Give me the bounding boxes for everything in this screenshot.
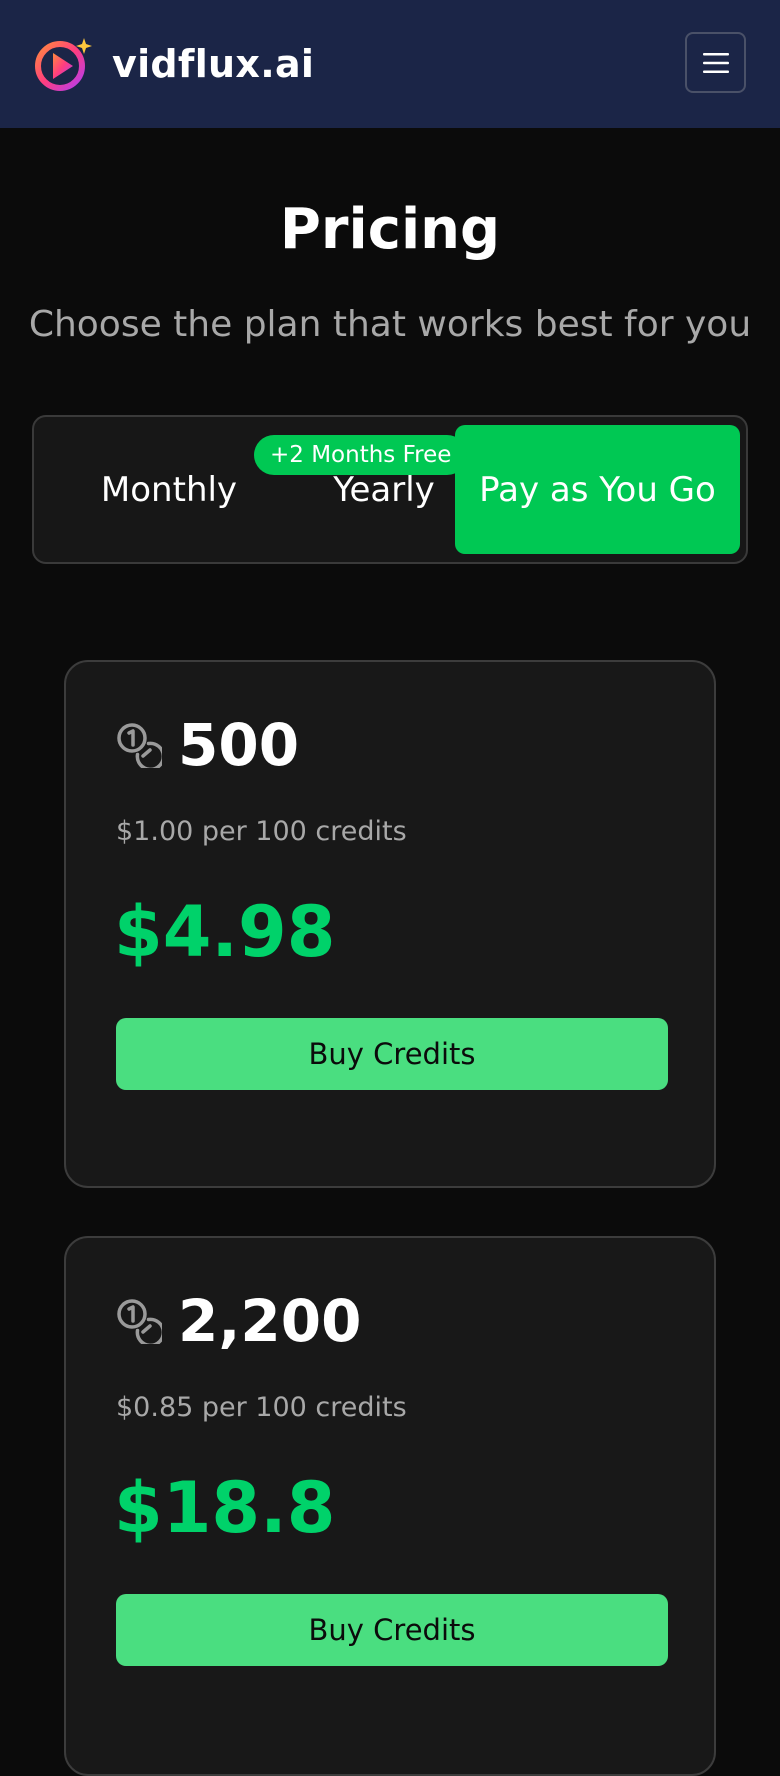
- hamburger-menu-icon: [702, 52, 729, 73]
- vidflux-logo-icon: [35, 38, 92, 91]
- credits-row: 500: [116, 710, 299, 780]
- page-subtitle: Choose the plan that works best for you: [28, 304, 752, 345]
- billing-option-label: Yearly: [333, 469, 435, 510]
- billing-option-label: Pay as You Go: [479, 469, 716, 510]
- coins-icon: [117, 1299, 162, 1344]
- credits-amount: 2,200: [178, 1287, 362, 1355]
- credit-rate: $1.00 per 100 credits: [116, 816, 407, 847]
- billing-option-label: Monthly: [100, 469, 238, 510]
- buy-credits-button[interactable]: Buy Credits: [116, 1594, 668, 1666]
- credit-rate: $0.85 per 100 credits: [116, 1392, 407, 1423]
- menu-button[interactable]: [685, 32, 746, 93]
- page-title: Pricing: [279, 197, 501, 262]
- plan-price: $18.8: [114, 1467, 336, 1549]
- billing-option-monthly[interactable]: Monthly: [54, 425, 284, 554]
- credits-amount: 500: [178, 711, 300, 779]
- billing-period-toggle: Monthly Yearly Pay as You Go +2 Months F…: [32, 415, 748, 564]
- top-navbar: vidflux.ai: [0, 0, 780, 128]
- coins-icon: [117, 723, 162, 768]
- credits-row: 2,200: [116, 1286, 361, 1356]
- billing-option-pay-as-you-go[interactable]: Pay as You Go: [455, 425, 740, 554]
- plan-price: $4.98: [114, 891, 336, 973]
- credit-pack-card: 2,200 $0.85 per 100 credits $18.8 Buy Cr…: [64, 1236, 716, 1776]
- yearly-discount-badge: +2 Months Free: [254, 435, 468, 475]
- buy-credits-button[interactable]: Buy Credits: [116, 1018, 668, 1090]
- credit-pack-card: 500 $1.00 per 100 credits $4.98 Buy Cred…: [64, 660, 716, 1188]
- brand-logo-link[interactable]: vidflux.ai: [32, 34, 314, 94]
- brand-name: vidflux.ai: [112, 42, 315, 86]
